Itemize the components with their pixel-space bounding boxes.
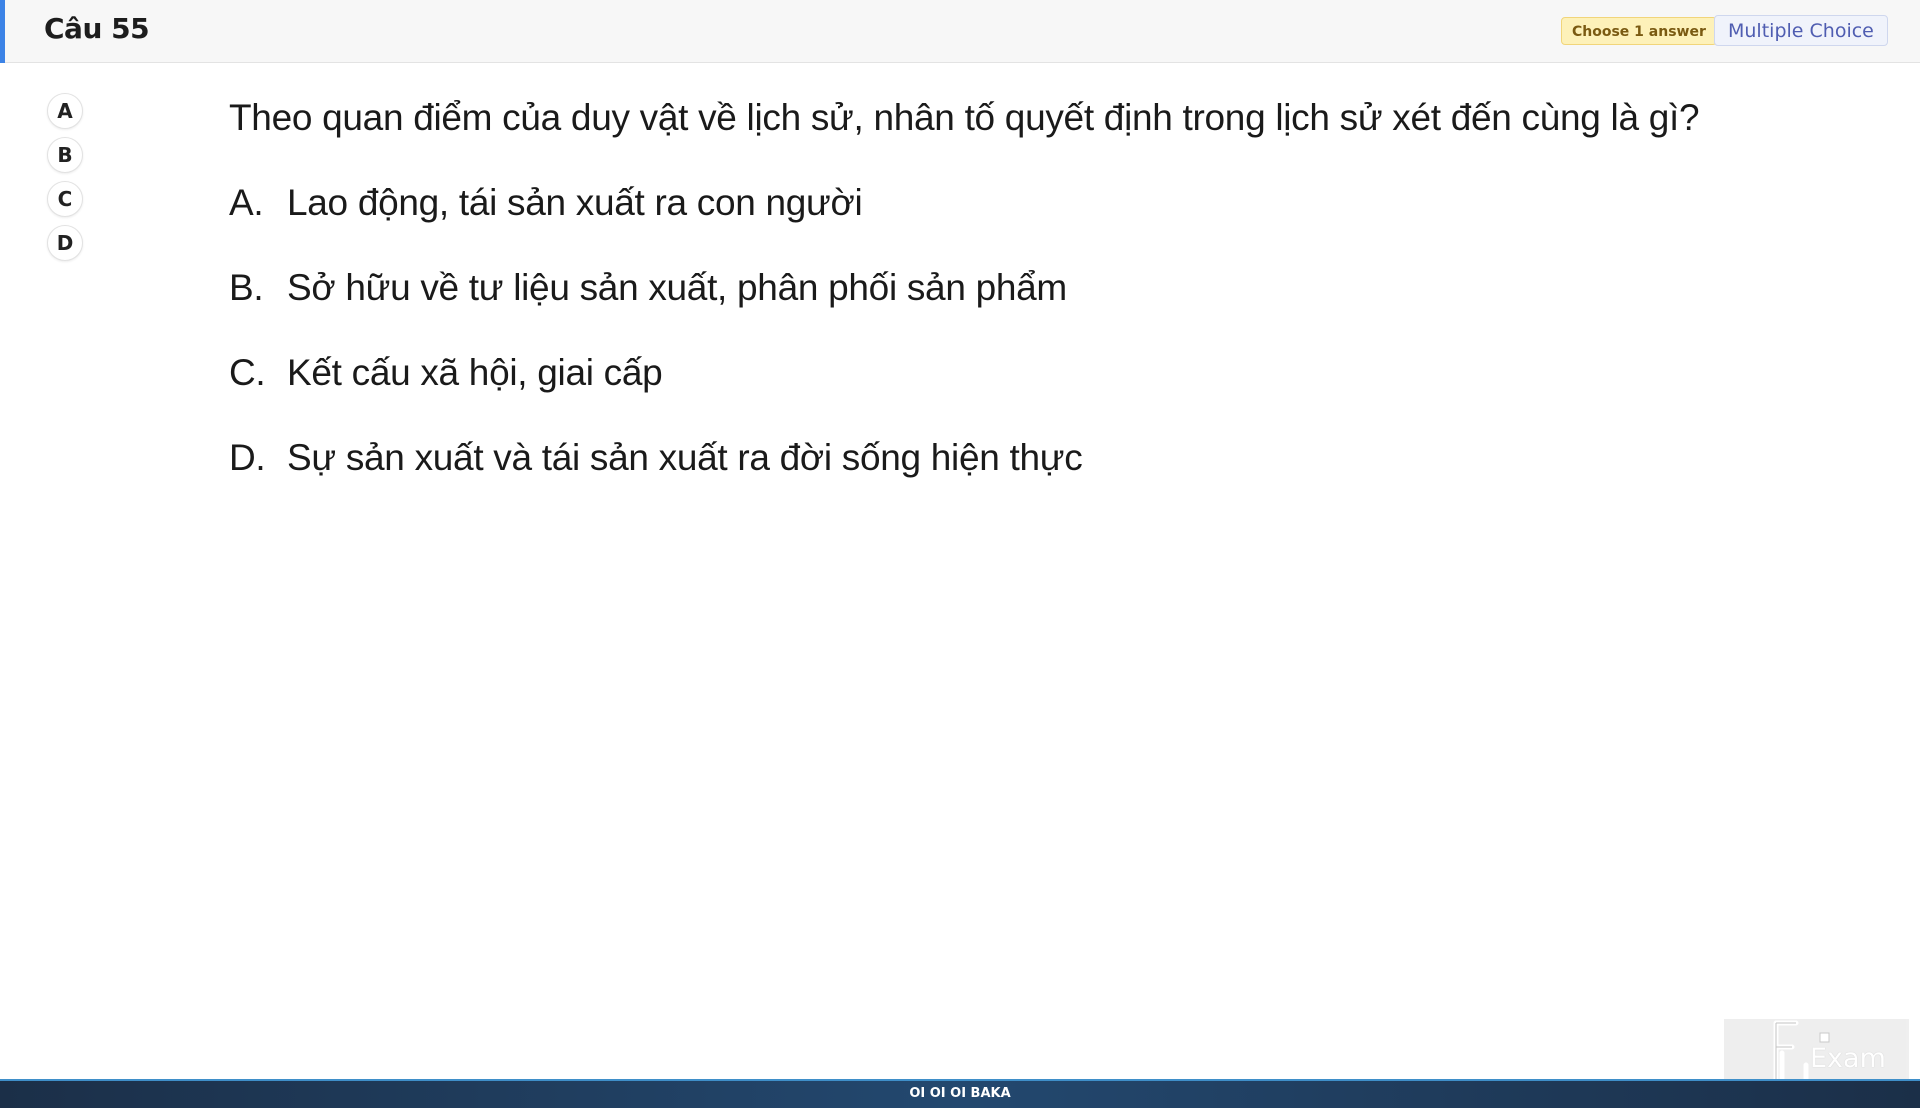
- footer-bar: OI OI OI BAKA: [0, 1079, 1920, 1108]
- option-b: B. Sở hữu về tư liệu sản xuất, phân phối…: [229, 260, 1789, 316]
- question-content: Theo quan điểm của duy vật về lịch sử, n…: [229, 90, 1789, 515]
- exam-app: Câu 55 Choose 1 answer Multiple Choice A…: [0, 0, 1920, 1108]
- option-letter: C.: [229, 352, 266, 393]
- option-text: Sở hữu về tư liệu sản xuất, phân phối sả…: [287, 267, 1067, 308]
- option-c: C. Kết cấu xã hội, giai cấp: [229, 345, 1789, 401]
- option-text: Kết cấu xã hội, giai cấp: [287, 352, 663, 393]
- question-number-title: Câu 55: [44, 12, 150, 45]
- answer-selector: A B C D: [47, 93, 85, 269]
- answer-option-a[interactable]: A: [47, 93, 83, 129]
- answer-option-b[interactable]: B: [47, 137, 83, 173]
- answer-option-c[interactable]: C: [47, 181, 83, 217]
- option-letter: D.: [229, 437, 266, 478]
- choose-count-badge: Choose 1 answer: [1561, 17, 1717, 45]
- option-letter: B.: [229, 267, 264, 308]
- question-header: Câu 55 Choose 1 answer Multiple Choice: [0, 0, 1920, 63]
- footer-text: OI OI OI BAKA: [909, 1086, 1011, 1101]
- answer-option-d[interactable]: D: [47, 225, 83, 261]
- question-text: Theo quan điểm của duy vật về lịch sử, n…: [229, 97, 1700, 138]
- watermark-word: Exam: [1810, 1043, 1886, 1074]
- option-a: A. Lao động, tái sản xuất ra con người: [229, 175, 1789, 231]
- option-text: Sự sản xuất và tái sản xuất ra đời sống …: [287, 437, 1083, 478]
- header-accent-bar: [0, 0, 5, 63]
- option-text: Lao động, tái sản xuất ra con người: [287, 182, 863, 223]
- option-d: D. Sự sản xuất và tái sản xuất ra đời số…: [229, 430, 1789, 486]
- question-type-badge: Multiple Choice: [1714, 15, 1888, 46]
- option-letter: A.: [229, 182, 264, 223]
